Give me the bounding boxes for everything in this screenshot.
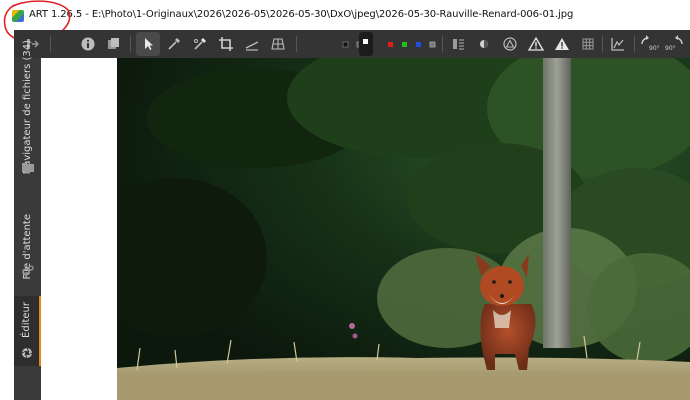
hand-tool-button[interactable] xyxy=(136,32,160,56)
gears-icon xyxy=(21,264,35,278)
rotate-cw-icon: 90° xyxy=(665,35,683,52)
histogram-icon xyxy=(611,38,624,51)
toolbar-separator xyxy=(634,36,635,52)
preview-luminance-button[interactable] xyxy=(420,32,444,56)
color-picker-button[interactable] xyxy=(162,32,186,56)
toolbar-separator xyxy=(602,36,603,52)
warning-outline-icon xyxy=(528,36,544,51)
pointer-icon xyxy=(145,38,153,50)
eyedropper-icon xyxy=(168,38,180,50)
empty-side-panel xyxy=(41,58,117,400)
perspective-button[interactable] xyxy=(266,32,290,56)
info-button[interactable] xyxy=(76,32,100,56)
toolbar-separator xyxy=(442,36,443,52)
image-preview[interactable] xyxy=(117,58,690,400)
overexposure-warning-button[interactable] xyxy=(524,32,548,56)
half-circle-icon xyxy=(480,40,488,48)
false-color-button[interactable] xyxy=(498,32,522,56)
white-balance-picker-button[interactable] xyxy=(188,32,212,56)
warning-filled-icon xyxy=(555,38,569,50)
rotate-right-label: 90° xyxy=(665,45,676,52)
focus-mask-icon xyxy=(453,39,464,50)
editor-toolbar: 90° 90° xyxy=(14,30,690,58)
toolbar-separator xyxy=(130,36,131,52)
tab-file-browser-label: Navigateur de fichiers (34) xyxy=(22,39,33,174)
crop-button[interactable] xyxy=(214,32,238,56)
tab-editor[interactable]: Éditeur xyxy=(14,296,41,366)
toolbar-separator xyxy=(50,36,51,52)
underexposure-warning-button[interactable] xyxy=(550,32,574,56)
left-tab-strip: Navigateur de fichiers (34) File d'atten… xyxy=(14,40,41,400)
rotate-ccw-icon: 90° xyxy=(641,35,660,52)
fox-photo xyxy=(117,58,690,400)
luminance-channel-icon xyxy=(429,41,436,48)
folder-icon-wrap xyxy=(14,160,41,176)
grid-overlay-button[interactable] xyxy=(576,32,600,56)
rotate-left-label: 90° xyxy=(649,45,660,52)
straighten-button[interactable] xyxy=(240,32,264,56)
clipping-indicator-button[interactable] xyxy=(472,32,496,56)
histogram-toggle-button[interactable] xyxy=(606,32,630,56)
window-title: ART 1.26.5 - E:\Photo\1-Originaux\2026\2… xyxy=(29,9,574,20)
background-white-button[interactable] xyxy=(359,32,373,56)
window-titlebar: ART 1.26.5 - E:\Photo\1-Originaux\2026\2… xyxy=(0,0,690,42)
wb-eyedropper-icon xyxy=(194,38,206,50)
folder-icon xyxy=(21,160,35,174)
before-after-icon xyxy=(108,38,119,49)
straighten-icon xyxy=(245,41,259,51)
rotate-left-button[interactable]: 90° xyxy=(638,32,662,56)
info-icon xyxy=(81,37,95,51)
tab-editor-label: Éditeur xyxy=(21,302,32,338)
before-after-button[interactable] xyxy=(102,32,126,56)
focus-mask-button[interactable] xyxy=(446,32,470,56)
rotate-right-button[interactable]: 90° xyxy=(662,32,686,56)
aperture-icon xyxy=(20,346,34,360)
art-app-icon xyxy=(12,10,24,22)
gears-icon-wrap xyxy=(14,264,41,280)
grid-icon xyxy=(582,38,594,50)
crop-icon xyxy=(219,37,233,51)
toolbar-separator xyxy=(296,36,297,52)
triangle-circle-icon xyxy=(503,37,517,51)
bg-white-icon xyxy=(363,39,368,44)
perspective-icon xyxy=(271,38,285,50)
